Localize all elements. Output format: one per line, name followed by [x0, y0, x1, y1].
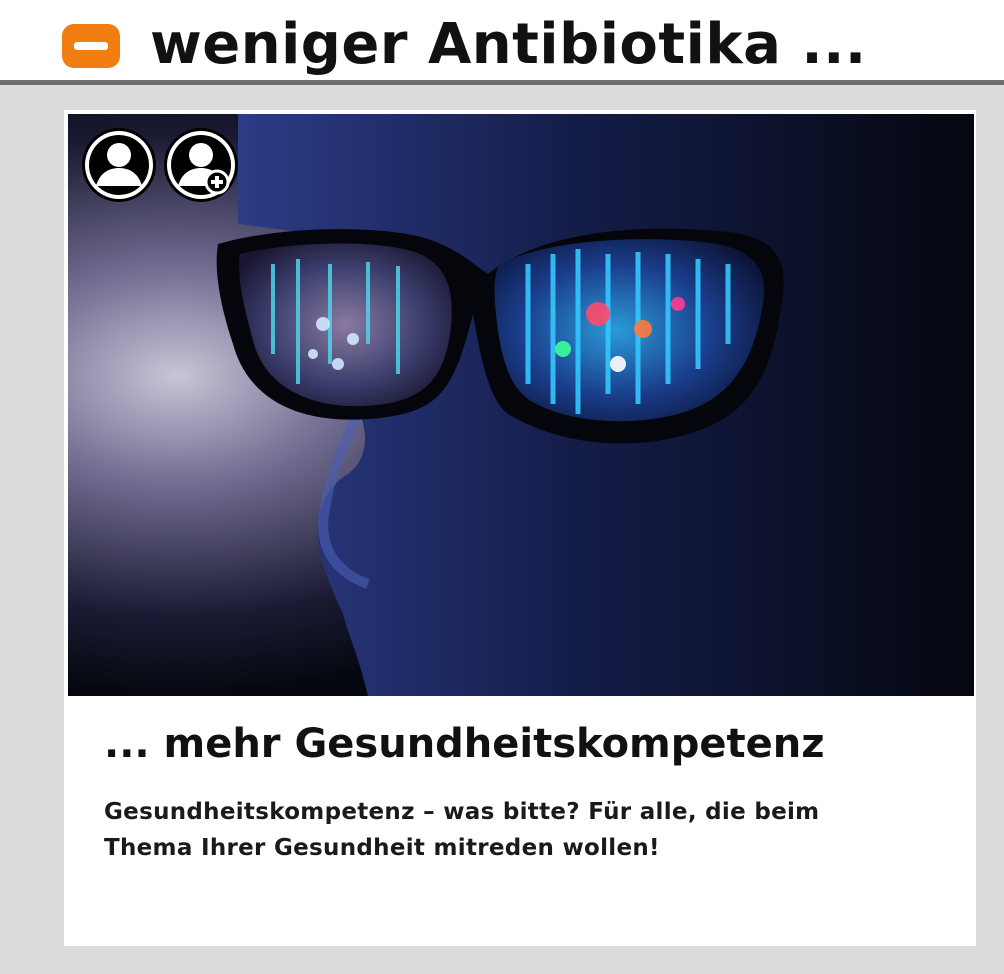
- page-header: weniger Antibiotika ...: [0, 0, 1004, 80]
- teaser-headline[interactable]: ... mehr Gesundheitskompetenz: [104, 716, 825, 772]
- teaser-description: Gesundheitskompetenz – was bitte? Für al…: [104, 799, 820, 861]
- collapse-badge-icon[interactable]: [62, 24, 120, 68]
- section-title: weniger Antibiotika ...: [150, 12, 867, 77]
- add-user-icon[interactable]: [162, 126, 240, 204]
- user-profile-icon[interactable]: [80, 126, 158, 204]
